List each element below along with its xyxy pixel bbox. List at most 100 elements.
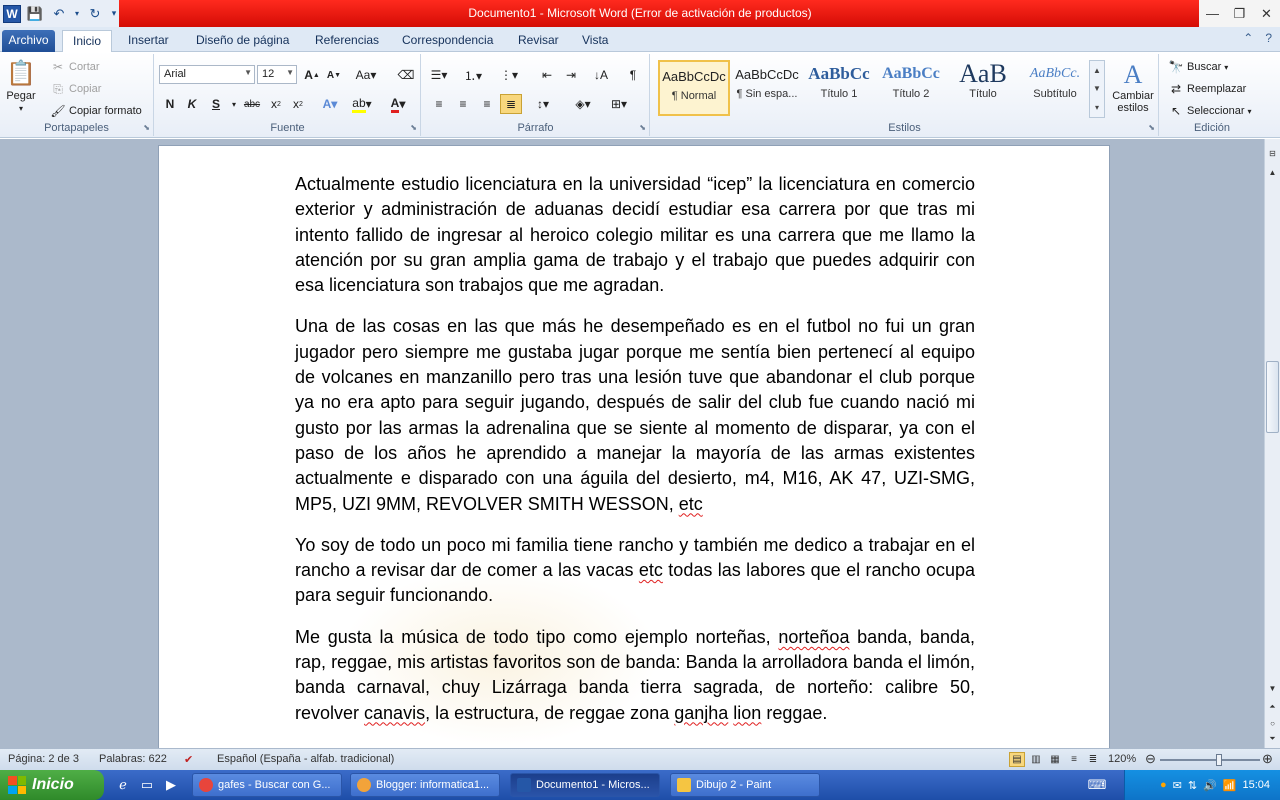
find-button[interactable]: 🔭 Buscar ▾ <box>1168 59 1229 75</box>
show-formatting-marks-icon[interactable]: ¶ <box>622 65 644 85</box>
start-button[interactable]: Inicio <box>0 770 104 800</box>
tab-vista[interactable]: Vista <box>572 30 618 52</box>
chevron-down-icon[interactable]: ▼ <box>1093 84 1101 93</box>
grow-font-icon[interactable]: A ▲ <box>301 65 323 85</box>
paragraph-launcher-icon[interactable]: ⬊ <box>639 123 646 132</box>
tab-referencias[interactable]: Referencias <box>305 30 389 52</box>
previous-page-icon[interactable]: ⏶ <box>1265 699 1280 715</box>
shrink-font-icon[interactable]: A ▼ <box>323 65 345 85</box>
format-painter-button[interactable]: 🖌 Copiar formato <box>50 103 141 119</box>
align-center-icon[interactable]: ≡ <box>452 94 474 114</box>
tab-revisar[interactable]: Revisar <box>508 30 569 52</box>
tab-insertar[interactable]: Insertar <box>118 30 179 52</box>
replace-button[interactable]: ⇄ Reemplazar <box>1168 81 1246 97</box>
style-normal[interactable]: AaBbCcDc ¶ Normal <box>658 60 730 116</box>
zoom-out-icon[interactable]: ⊖ <box>1145 751 1156 767</box>
increase-indent-icon[interactable]: ⇥ <box>560 65 582 85</box>
shading-icon[interactable]: ◈▾ <box>572 94 594 114</box>
document-page[interactable]: Actualmente estudio licenciatura en la u… <box>158 145 1110 748</box>
restore-icon[interactable]: ❐ <box>1226 0 1253 27</box>
bold-button[interactable]: N <box>159 94 181 114</box>
paste-button[interactable]: 📋 Pegar ▾ <box>6 58 36 114</box>
copy-button[interactable]: ⎘ Copiar <box>50 81 101 97</box>
internet-explorer-icon[interactable]: ℯ <box>114 776 132 794</box>
misspelled-word[interactable]: lion <box>733 703 761 723</box>
outline-view-icon[interactable]: ≡ <box>1066 752 1082 767</box>
vertical-scrollbar[interactable]: ⊟ ▲ ▼ ⏶ ○ ⏷ <box>1264 139 1280 748</box>
superscript-icon[interactable]: x2 <box>287 94 309 114</box>
misspelled-word[interactable]: etc <box>639 560 663 580</box>
taskbar-item-blogger[interactable]: Blogger: informatica1... <box>350 773 500 797</box>
more-icon[interactable]: ▾ <box>1095 103 1099 112</box>
word-count[interactable]: Palabras: 622 <box>99 753 167 765</box>
cut-button[interactable]: ✂ Cortar <box>50 59 100 75</box>
scroll-up-icon[interactable]: ▲ <box>1265 164 1280 180</box>
style-titulo-1[interactable]: AaBbCc Título 1 <box>803 60 875 116</box>
browse-object-icon[interactable]: ○ <box>1265 715 1280 731</box>
taskbar-item-chrome-search[interactable]: gafes - Buscar con G... <box>192 773 342 797</box>
change-styles-button[interactable]: A Cambiar estilos <box>1109 60 1157 114</box>
style-titulo[interactable]: AaB Título <box>947 60 1019 116</box>
taskbar-item-word[interactable]: Documento1 - Micros... <box>510 773 660 797</box>
media-player-icon[interactable]: ▶ <box>162 776 180 794</box>
scroll-thumb[interactable] <box>1266 361 1279 433</box>
full-screen-reading-icon[interactable]: ▥ <box>1028 752 1044 767</box>
change-case-icon[interactable]: Aa▾ <box>355 65 377 85</box>
clipboard-launcher-icon[interactable]: ⬊ <box>143 123 150 132</box>
strikethrough-icon[interactable]: abc <box>241 94 263 114</box>
volume-icon[interactable]: 🔊 <box>1203 779 1217 792</box>
wifi-icon[interactable]: 📶 <box>1223 779 1237 792</box>
tab-diseno-pagina[interactable]: Diseño de página <box>186 30 299 52</box>
numbering-icon[interactable]: ⒈▾ <box>462 65 484 85</box>
zoom-slider[interactable] <box>1160 754 1260 766</box>
styles-launcher-icon[interactable]: ⬊ <box>1148 123 1155 132</box>
misspelled-word[interactable]: ganjha <box>674 703 728 723</box>
keyboard-icon[interactable]: ⌨ <box>1088 776 1107 794</box>
tab-inicio[interactable]: Inicio <box>62 30 113 52</box>
highlight-icon[interactable]: ab ▾ <box>351 94 373 114</box>
help-icon[interactable]: ? <box>1265 31 1272 45</box>
font-color-icon[interactable]: A ▾ <box>387 94 409 114</box>
text-effects-icon[interactable]: A▾ <box>319 94 341 114</box>
tab-archivo[interactable]: Archivo <box>2 30 55 52</box>
style-sin-espaciado[interactable]: AaBbCcDc ¶ Sin espa... <box>731 60 803 116</box>
tab-correspondencia[interactable]: Correspondencia <box>392 30 503 52</box>
web-layout-icon[interactable]: ▦ <box>1047 752 1063 767</box>
align-right-icon[interactable]: ≡ <box>476 94 498 114</box>
chat-icon[interactable]: ✉ <box>1173 779 1182 792</box>
misspelled-word[interactable]: etc <box>679 494 703 514</box>
justify-icon[interactable]: ≣ <box>500 94 522 114</box>
print-layout-view-icon[interactable]: ▤ <box>1009 752 1025 767</box>
paragraph[interactable]: Yo soy de todo un poco mi familia tiene … <box>295 533 975 609</box>
font-launcher-icon[interactable]: ⬊ <box>410 123 417 132</box>
clear-formatting-icon[interactable]: ⌫ <box>395 65 417 85</box>
zoom-slider-thumb[interactable] <box>1216 754 1223 766</box>
draft-view-icon[interactable]: ≣ <box>1085 752 1101 767</box>
chevron-up-icon[interactable]: ▲ <box>1093 66 1101 75</box>
select-button[interactable]: ↖ Seleccionar ▾ <box>1168 103 1252 119</box>
clock[interactable]: 15:04 <box>1242 779 1270 791</box>
multilevel-list-icon[interactable]: ⋮▾ <box>498 65 520 85</box>
styles-gallery-scroll[interactable]: ▲ ▼ ▾ <box>1089 60 1105 118</box>
sort-icon[interactable]: ↓A <box>590 65 612 85</box>
misspelled-word[interactable]: canavis <box>364 703 425 723</box>
ruler-toggle-icon[interactable]: ⊟ <box>1265 145 1280 161</box>
paragraph[interactable]: Una de las cosas en las que más he desem… <box>295 314 975 516</box>
show-desktop-icon[interactable]: ▭ <box>138 776 156 794</box>
scroll-down-icon[interactable]: ▼ <box>1265 680 1280 696</box>
minimize-icon[interactable]: — <box>1199 0 1226 27</box>
proofing-icon[interactable]: ✔ <box>184 753 193 766</box>
network-icon[interactable]: ⇅ <box>1188 779 1197 792</box>
page-count[interactable]: Página: 2 de 3 <box>8 753 79 765</box>
align-left-icon[interactable]: ≡ <box>428 94 450 114</box>
taskbar-item-paint[interactable]: Dibujo 2 - Paint <box>670 773 820 797</box>
borders-icon[interactable]: ⊞▾ <box>608 94 630 114</box>
zoom-in-icon[interactable]: ⊕ <box>1262 751 1273 767</box>
paragraph[interactable]: Me gusta la música de todo tipo como eje… <box>295 625 975 726</box>
close-icon[interactable]: ✕ <box>1253 0 1280 27</box>
italic-button[interactable]: K <box>181 94 203 114</box>
line-spacing-icon[interactable]: ↕▾ <box>532 94 554 114</box>
paragraph[interactable]: Actualmente estudio licenciatura en la u… <box>295 172 975 298</box>
style-subtitulo[interactable]: AaBbCc. Subtítulo <box>1019 60 1091 116</box>
misspelled-word[interactable]: norteñoa <box>778 627 849 647</box>
